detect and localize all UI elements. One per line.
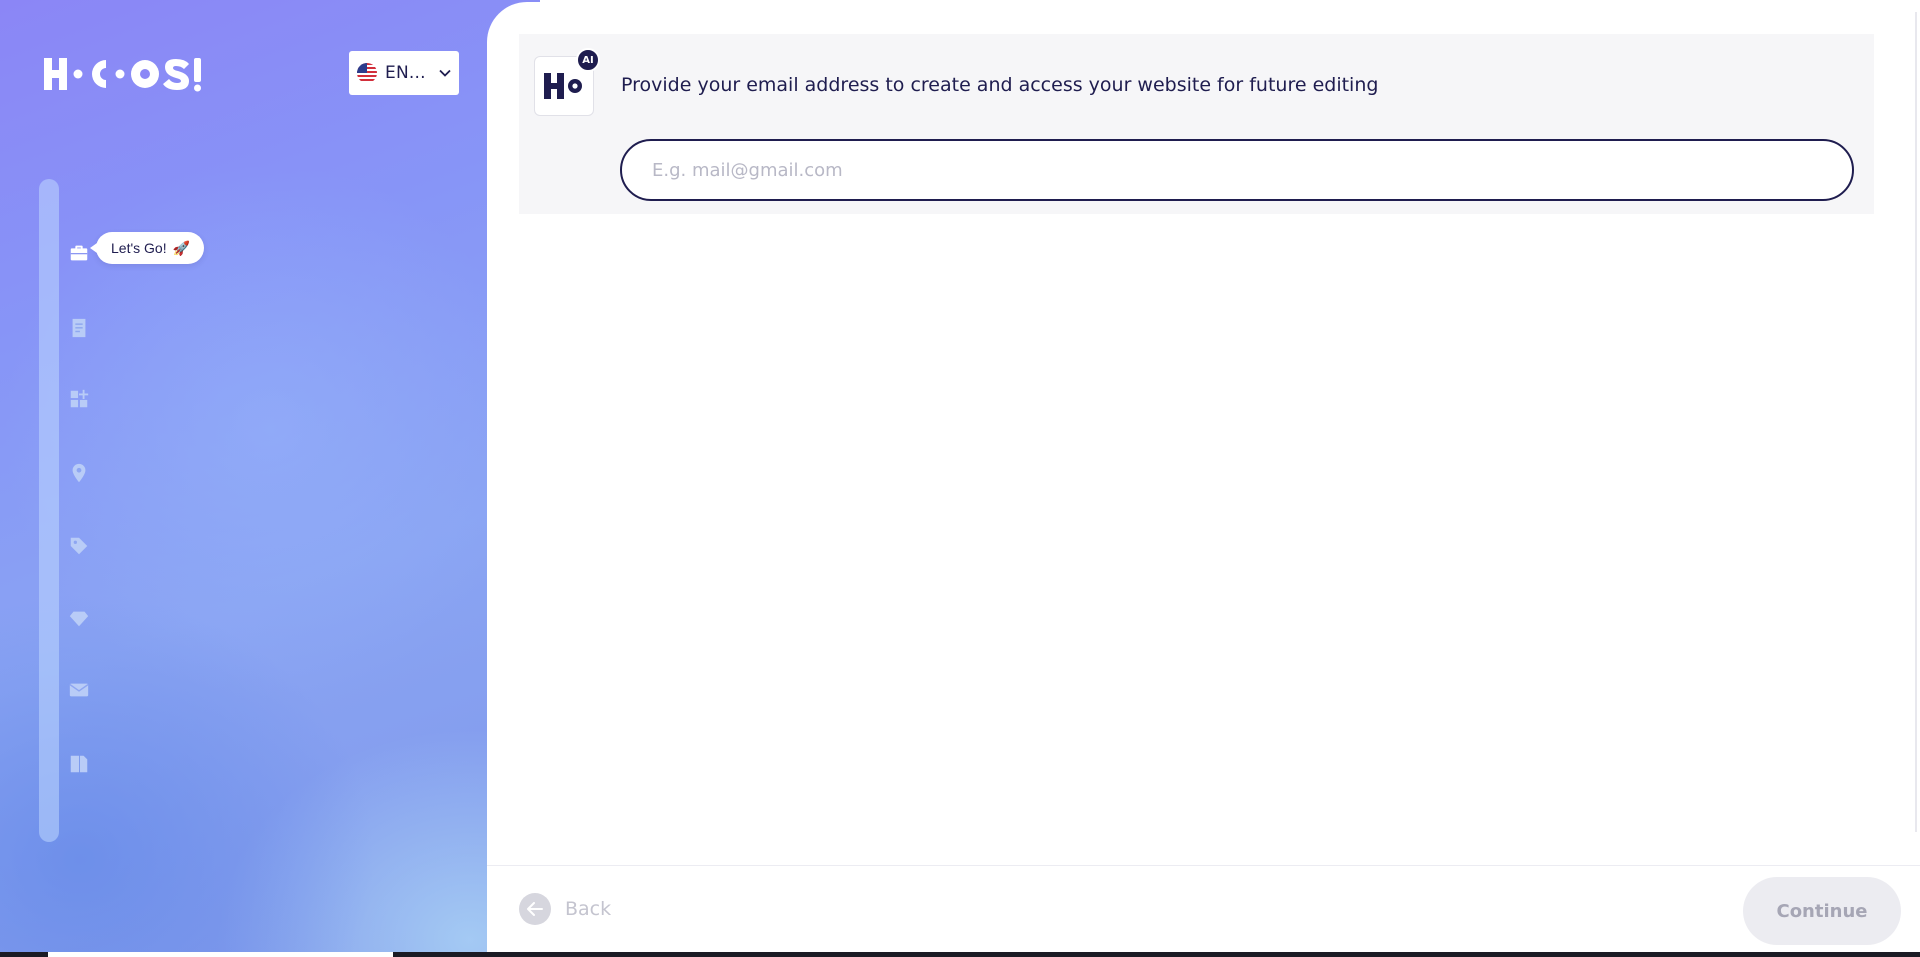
language-select[interactable]: EN...	[349, 51, 459, 95]
scrollbar[interactable]	[1915, 12, 1917, 832]
us-flag-icon	[357, 63, 377, 83]
widgets-add-icon	[70, 389, 89, 408]
arrow-left-icon	[519, 893, 551, 925]
envelope-icon	[69, 683, 89, 697]
question-box: AI Provide your email address to create …	[519, 34, 1874, 214]
briefcase-icon	[70, 245, 88, 261]
main-card: AI Provide your email address to create …	[487, 2, 1920, 957]
left-panel: EN... Let's Go! 🚀	[0, 0, 540, 957]
step-document[interactable]	[66, 315, 92, 341]
hocoos-mark-icon	[544, 73, 582, 99]
step-diamond[interactable]	[66, 605, 92, 631]
document-icon	[72, 318, 86, 338]
step-tag[interactable]	[66, 533, 92, 559]
footer-bar: Back Continue	[487, 865, 1920, 957]
rocket-icon: 🚀	[172, 239, 191, 256]
tag-icon	[70, 537, 88, 555]
progress-rail	[39, 179, 59, 842]
lets-go-tooltip: Let's Go! 🚀	[89, 232, 205, 264]
tooltip-text: Let's Go!	[111, 240, 167, 256]
question-text: Provide your email address to create and…	[621, 74, 1379, 96]
diamond-icon	[69, 611, 89, 627]
email-input[interactable]	[620, 139, 1854, 201]
ai-badge: AI	[576, 48, 600, 72]
location-pin-icon	[72, 463, 86, 483]
step-briefcase[interactable]	[66, 240, 92, 266]
language-label: EN...	[385, 63, 426, 83]
hocoos-logo	[44, 58, 201, 92]
step-pages[interactable]	[66, 751, 92, 777]
step-widgets[interactable]	[66, 386, 92, 412]
back-button[interactable]: Back	[519, 893, 611, 925]
step-envelope[interactable]	[66, 677, 92, 703]
taskbar-segment	[48, 952, 393, 957]
pages-icon	[70, 755, 88, 773]
continue-button[interactable]: Continue	[1743, 877, 1901, 945]
back-label: Back	[565, 898, 612, 920]
taskbar-strip	[0, 952, 1920, 957]
chevron-down-icon	[439, 69, 451, 77]
step-location[interactable]	[66, 460, 92, 486]
